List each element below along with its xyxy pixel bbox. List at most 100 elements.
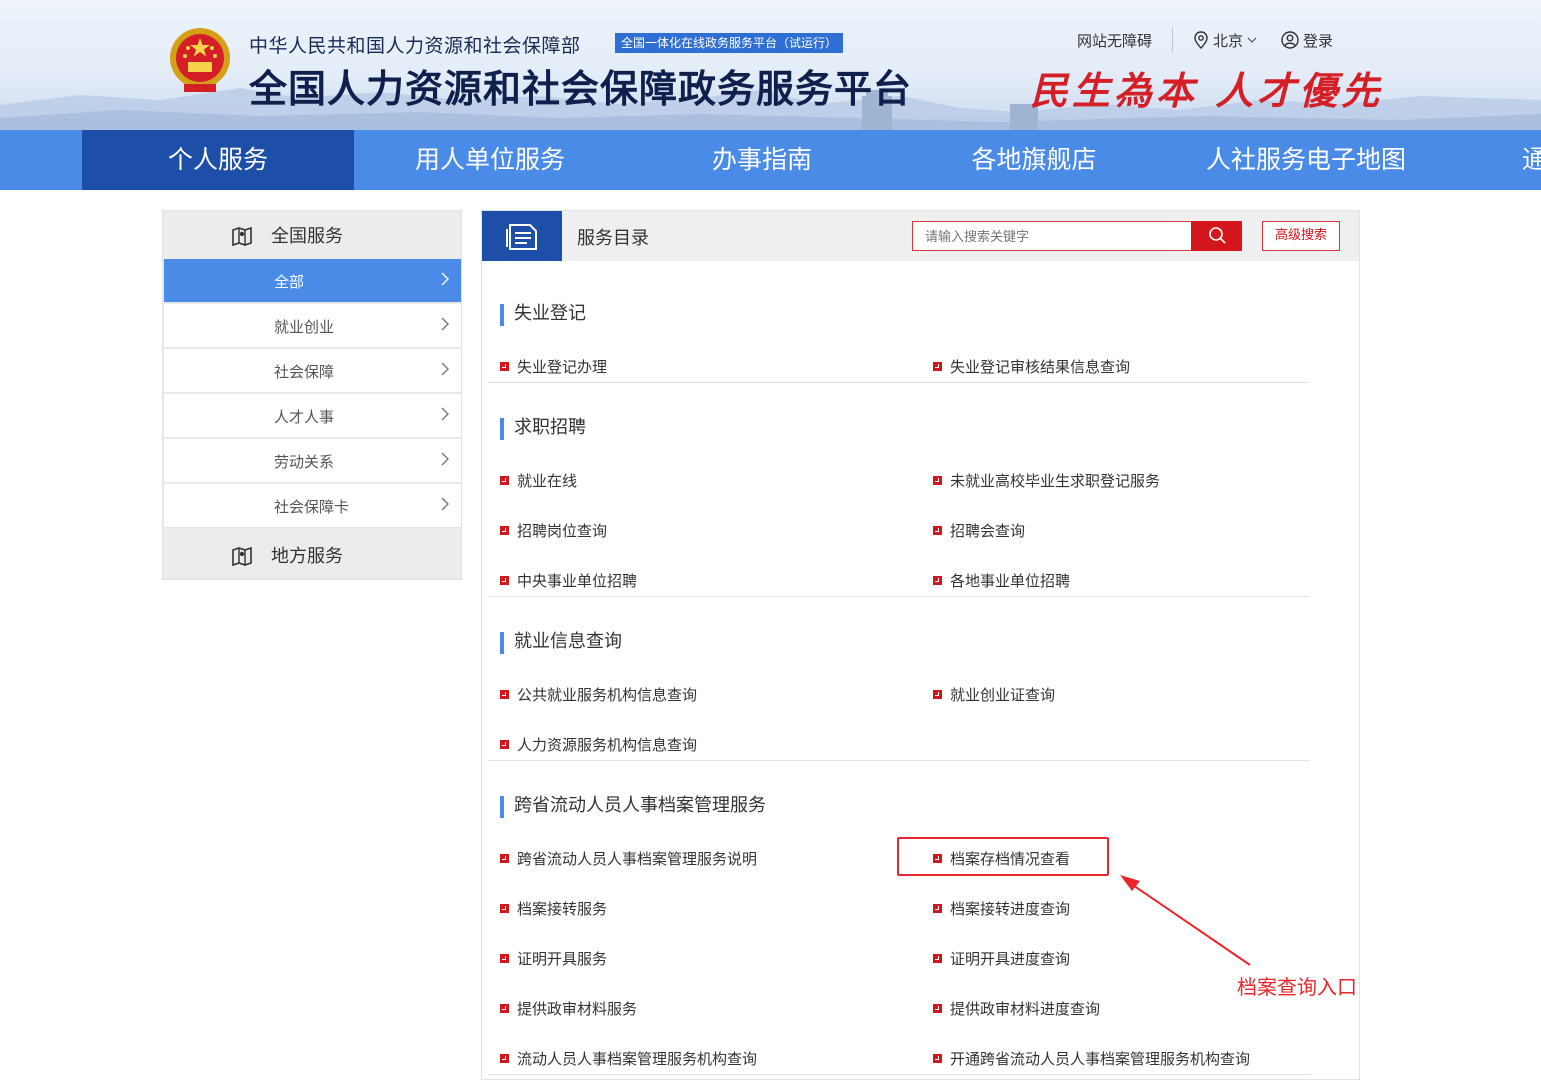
service-link-label: 证明开具进度查询 — [950, 949, 1071, 968]
service-link[interactable]: 失业登记审核结果信息查询 — [933, 355, 1130, 377]
chevron-down-icon — [1247, 37, 1257, 43]
annotation-arrow-icon — [1120, 875, 1251, 966]
service-link-label: 公共就业服务机构信息查询 — [517, 685, 698, 704]
sidebar-item-ss-card[interactable]: 社会保障卡 — [164, 484, 461, 528]
search-button[interactable] — [1191, 221, 1242, 251]
annotation-label: 档案查询入口 — [1237, 975, 1357, 999]
platform-title[interactable]: 全国人力资源和社会保障政务服务平台 — [249, 58, 912, 113]
sidebar-item-label: 人才人事 — [274, 408, 335, 426]
arrow-bullet-icon — [500, 1003, 509, 1013]
service-link[interactable]: 档案接转进度查询 — [933, 897, 1070, 919]
sidebar-local-label: 地方服务 — [271, 546, 343, 567]
sidebar: 全国服务 全部 就业创业 社会保障 人才人事 劳动关系 社会保障卡 地方服务 — [162, 210, 462, 580]
sidebar-item-label: 全部 — [274, 273, 305, 291]
service-link[interactable]: 证明开具服务 — [500, 947, 607, 969]
service-link-label: 提供政审材料进度查询 — [950, 999, 1101, 1018]
slogan: 民生為本 人才優先 — [1030, 68, 1384, 113]
service-link-label: 就业在线 — [517, 471, 578, 490]
nav-item-personal-service[interactable]: 个人服务 — [82, 130, 354, 190]
location-label: 北京 — [1213, 31, 1244, 50]
sidebar-local-header[interactable]: 地方服务 — [163, 531, 461, 579]
user-icon — [1281, 31, 1299, 49]
service-link-label: 招聘会查询 — [950, 521, 1026, 540]
service-link-label: 就业创业证查询 — [950, 685, 1056, 704]
login-link[interactable]: 登录 — [1281, 30, 1333, 51]
arrow-bullet-icon — [933, 475, 942, 485]
section-divider — [488, 596, 1310, 597]
national-emblem-logo — [170, 28, 230, 92]
nav-item-local-stores[interactable]: 各地旗舰店 — [898, 130, 1170, 190]
arrow-bullet-icon — [500, 361, 509, 371]
service-link-label: 未就业高校毕业生求职登记服务 — [950, 471, 1161, 490]
section-title-unemployment: 失业登记 — [500, 304, 586, 326]
service-link-label: 跨省流动人员人事档案管理服务说明 — [517, 849, 758, 868]
service-link[interactable]: 失业登记办理 — [500, 355, 607, 377]
service-link[interactable]: 就业在线 — [500, 469, 577, 491]
map-icon — [232, 226, 252, 247]
arrow-bullet-icon — [933, 575, 942, 585]
service-link[interactable]: 中央事业单位招聘 — [500, 569, 637, 591]
arrow-bullet-icon — [933, 1003, 942, 1013]
service-link[interactable]: 流动人员人事档案管理服务机构查询 — [500, 1047, 757, 1069]
sidebar-item-talent[interactable]: 人才人事 — [164, 394, 461, 438]
nav-item-overflow[interactable]: 通 — [1522, 130, 1541, 190]
nav-item-service-map[interactable]: 人社服务电子地图 — [1170, 130, 1442, 190]
service-link[interactable]: 开通跨省流动人员人事档案管理服务机构查询 — [933, 1047, 1250, 1069]
arrow-bullet-icon — [500, 575, 509, 585]
arrow-bullet-icon — [933, 361, 942, 371]
service-link[interactable]: 跨省流动人员人事档案管理服务说明 — [500, 847, 757, 869]
service-link[interactable]: 提供政审材料服务 — [500, 997, 637, 1019]
section-divider — [488, 1074, 1310, 1075]
sidebar-item-labor-relations[interactable]: 劳动关系 — [164, 439, 461, 483]
advanced-search-button[interactable]: 高级搜索 — [1262, 221, 1340, 251]
search-input[interactable] — [912, 221, 1192, 251]
service-link[interactable]: 提供政审材料进度查询 — [933, 997, 1100, 1019]
service-link[interactable]: 招聘会查询 — [933, 519, 1025, 541]
map-icon — [232, 546, 252, 567]
sidebar-item-social-security[interactable]: 社会保障 — [164, 349, 461, 393]
divider — [1172, 27, 1174, 53]
location-pin-icon — [1194, 31, 1208, 49]
nav-item-employer-service[interactable]: 用人单位服务 — [354, 130, 626, 190]
service-link[interactable]: 公共就业服务机构信息查询 — [500, 683, 697, 705]
ministry-name: 中华人民共和国人力资源和社会保障部 — [249, 35, 581, 57]
service-link[interactable]: 未就业高校毕业生求职登记服务 — [933, 469, 1160, 491]
document-list-icon — [506, 224, 537, 250]
service-link[interactable]: 各地事业单位招聘 — [933, 569, 1070, 591]
sidebar-national-header[interactable]: 全国服务 — [163, 211, 461, 259]
section-title-employment-info: 就业信息查询 — [500, 632, 622, 654]
service-link-label: 各地事业单位招聘 — [950, 571, 1071, 590]
sidebar-item-all[interactable]: 全部 — [164, 259, 461, 303]
service-link-label: 失业登记办理 — [517, 357, 608, 376]
section-title-job-seeking: 求职招聘 — [500, 418, 586, 440]
sidebar-item-label: 就业创业 — [274, 318, 335, 336]
arrow-bullet-icon — [500, 1053, 509, 1063]
login-label: 登录 — [1303, 31, 1334, 50]
arrow-bullet-icon — [500, 903, 509, 913]
location-selector[interactable]: 北京 — [1193, 30, 1257, 51]
sidebar-national-label: 全国服务 — [271, 226, 343, 247]
sidebar-item-label: 劳动关系 — [274, 453, 335, 471]
service-link[interactable]: 档案接转服务 — [500, 897, 607, 919]
arrow-bullet-icon — [500, 525, 509, 535]
top-links: 网站无障碍 北京 登录 — [1077, 27, 1333, 53]
service-link-label: 人力资源服务机构信息查询 — [517, 735, 698, 754]
service-link[interactable]: 人力资源服务机构信息查询 — [500, 733, 697, 755]
arrow-bullet-icon — [500, 853, 509, 863]
sidebar-item-employment[interactable]: 就业创业 — [164, 304, 461, 348]
catalog-header: 服务目录 高级搜索 — [482, 211, 1359, 261]
service-link-label: 中央事业单位招聘 — [517, 571, 638, 590]
arrow-bullet-icon — [500, 953, 509, 963]
arrow-bullet-icon — [500, 689, 509, 699]
service-link-label: 开通跨省流动人员人事档案管理服务机构查询 — [950, 1049, 1251, 1068]
service-link-label: 证明开具服务 — [517, 949, 608, 968]
service-link[interactable]: 证明开具进度查询 — [933, 947, 1070, 969]
arrow-bullet-icon — [933, 525, 942, 535]
service-link-label: 失业登记审核结果信息查询 — [950, 357, 1131, 376]
catalog-title: 服务目录 — [577, 228, 649, 249]
chevron-right-icon — [441, 497, 449, 511]
nav-item-service-guide[interactable]: 办事指南 — [626, 130, 898, 190]
accessibility-link[interactable]: 网站无障碍 — [1077, 30, 1152, 51]
service-link[interactable]: 就业创业证查询 — [933, 683, 1055, 705]
service-link[interactable]: 招聘岗位查询 — [500, 519, 607, 541]
